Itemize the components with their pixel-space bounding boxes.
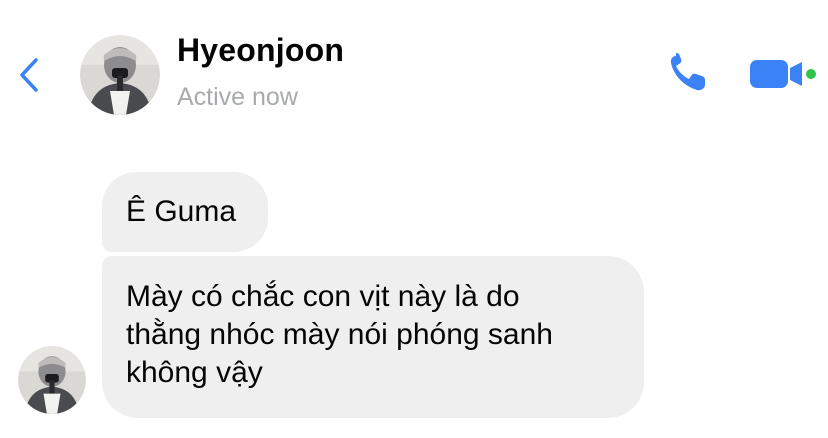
call-button[interactable] [664, 50, 714, 96]
avatar-image [18, 346, 86, 414]
contact-name[interactable]: Hyeonjoon [177, 32, 344, 69]
message-bubble[interactable]: Ê Guma [102, 172, 268, 252]
sender-avatar[interactable] [18, 346, 86, 414]
phone-icon [670, 53, 705, 91]
contact-avatar[interactable] [80, 35, 160, 115]
back-button[interactable] [14, 52, 48, 98]
active-status: Active now [177, 83, 298, 111]
video-call-button[interactable] [746, 54, 818, 94]
avatar-image [80, 35, 160, 115]
video-camera-icon [750, 60, 816, 88]
message-bubble[interactable]: Mày có chắc con vịt này là do thằng nhóc… [102, 256, 644, 418]
chevron-left-icon [20, 58, 38, 92]
chat-header: Hyeonjoon Active now [0, 0, 828, 150]
